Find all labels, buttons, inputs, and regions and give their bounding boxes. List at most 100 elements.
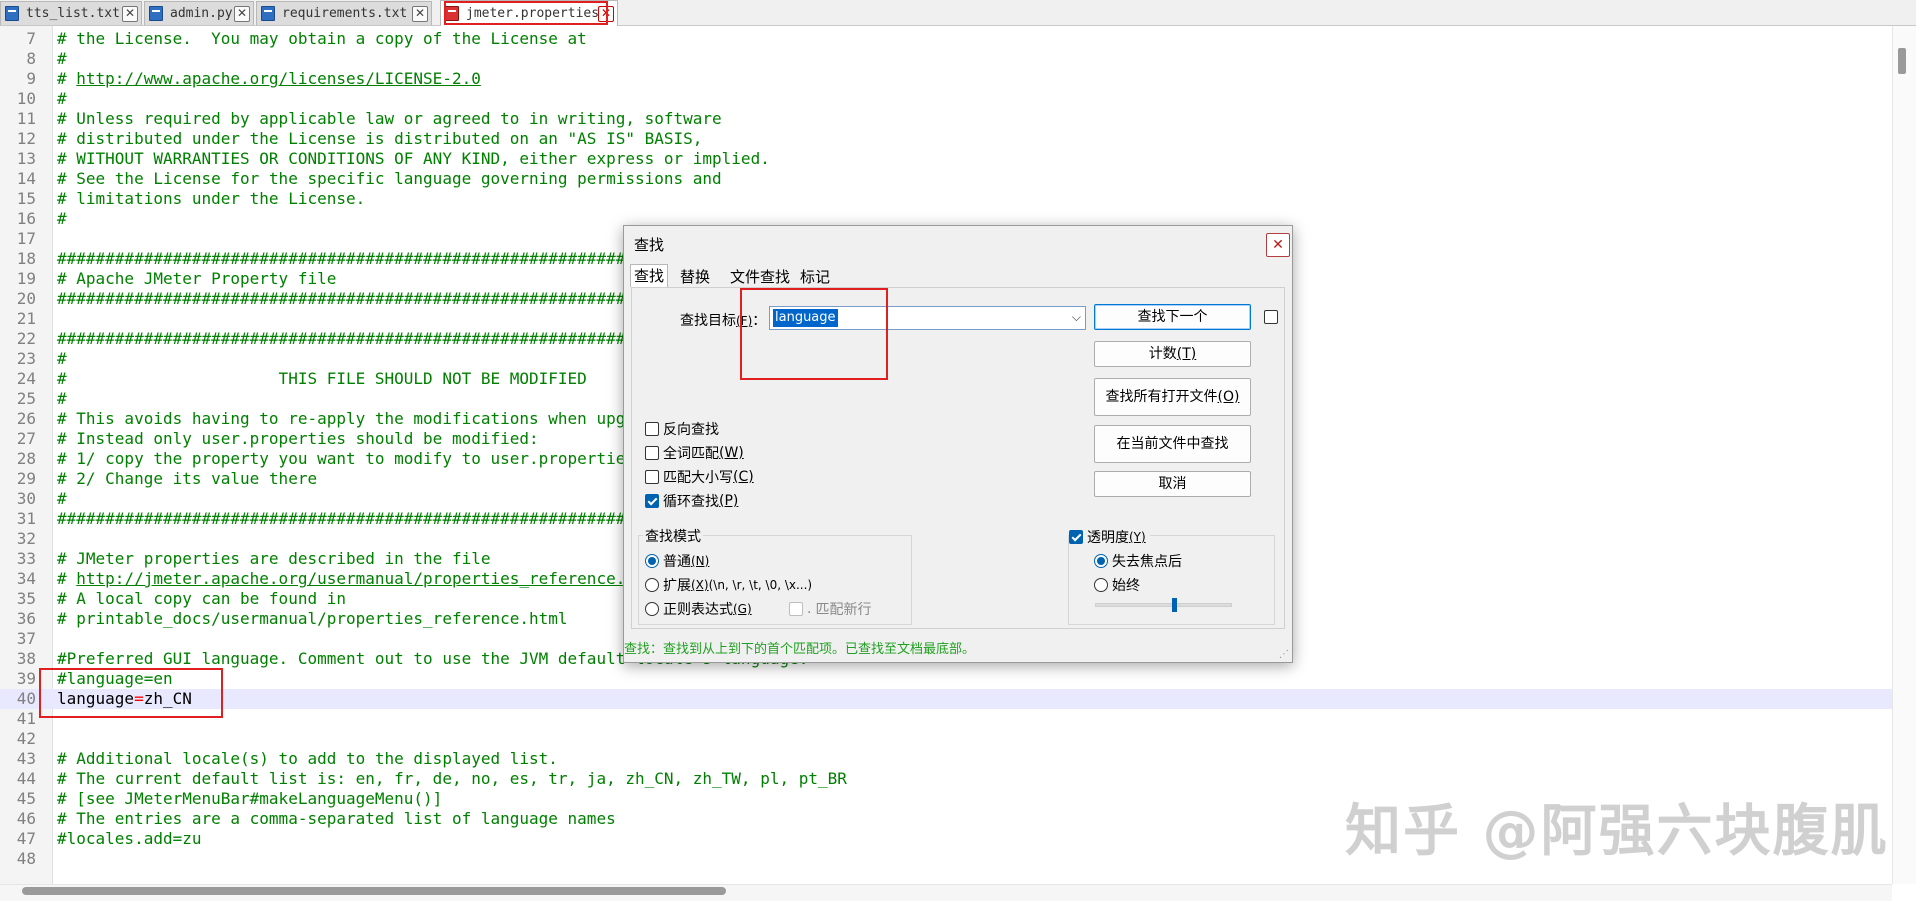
transparency-on-lose-focus[interactable]: 失去焦点后	[1094, 551, 1182, 571]
code-line[interactable]: 14 # See the License for the specific lan…	[0, 169, 1892, 189]
close-icon[interactable]: ✕	[234, 5, 250, 22]
vertical-scrollbar-thumb[interactable]	[1898, 48, 1906, 74]
transparency-label: 透明度	[1087, 530, 1129, 546]
line-number: 16	[16, 209, 36, 228]
option-label: 循环查找	[663, 494, 719, 510]
find-all-open-files-button[interactable]: 查找所有打开文件(O)	[1094, 378, 1251, 416]
transparency-slider-thumb[interactable]	[1172, 598, 1177, 612]
line-text: # A local copy can be found in	[57, 589, 346, 608]
mode-hotkey: (N)	[691, 554, 710, 568]
mode-regex[interactable]: 正则表达式 (G)	[645, 599, 752, 619]
count-button[interactable]: 计数(T)	[1094, 341, 1251, 367]
tab-replace[interactable]: 替换	[678, 266, 712, 287]
code-line[interactable]: 41	[0, 709, 1892, 729]
tab-find-in-files[interactable]: 文件查找	[728, 266, 792, 287]
transparency-always[interactable]: 始终	[1094, 575, 1140, 595]
line-number: 10	[16, 89, 36, 108]
find-next-button[interactable]: 查找下一个	[1094, 304, 1251, 330]
line-number: 17	[16, 229, 36, 248]
option-hotkey: (W)	[719, 445, 744, 461]
line-number: 7	[26, 29, 36, 48]
option-label: 匹配新行	[815, 602, 872, 618]
code-line[interactable]: 7 # the License. You may obtain a copy of…	[0, 29, 1892, 49]
radio-button[interactable]	[645, 602, 659, 616]
close-icon[interactable]: ✕	[412, 5, 428, 22]
checkbox[interactable]	[645, 494, 659, 508]
chevron-down-icon[interactable]: ⌵	[1072, 310, 1081, 325]
option-match-case[interactable]: 匹配大小写 (C)	[645, 467, 754, 487]
code-line[interactable]: 43 # Additional locale(s) to add to the d…	[0, 749, 1892, 769]
mode-extended[interactable]: 扩展 (X) (\n, \r, \t, \0, \x...)	[645, 575, 812, 595]
line-number: 36	[16, 609, 36, 628]
line-number: 40	[16, 689, 36, 708]
line-number: 22	[16, 329, 36, 348]
tab-requirements[interactable]: requirements.txt ✕	[256, 1, 432, 25]
checkbox[interactable]	[645, 446, 659, 460]
line-number: 47	[16, 829, 36, 848]
pin-checkbox[interactable]	[1264, 310, 1278, 324]
option-wrap-around[interactable]: 循环查找 (P)	[645, 491, 738, 511]
vertical-scrollbar[interactable]	[1892, 26, 1916, 884]
line-number: 41	[16, 709, 36, 728]
line-number: 45	[16, 789, 36, 808]
comment-prefix: #	[57, 569, 77, 588]
option-reverse-search[interactable]: 反向查找	[645, 419, 719, 439]
property-equals: =	[134, 689, 144, 708]
code-line[interactable]: 40 language=zh_CN	[0, 689, 1892, 709]
radio-button[interactable]	[1094, 578, 1108, 592]
file-icon	[5, 6, 19, 21]
option-match-newline[interactable]: . 匹配新行	[789, 599, 871, 619]
tab-admin-py[interactable]: admin.py ✕	[144, 1, 254, 25]
tab-tts-list[interactable]: tts_list.txt ✕	[0, 1, 142, 25]
close-icon[interactable]: ✕	[1266, 233, 1290, 257]
code-line[interactable]: 13 # WITHOUT WARRANTIES OR CONDITIONS OF …	[0, 149, 1892, 169]
find-target-input[interactable]: language	[773, 309, 838, 327]
checkbox[interactable]	[645, 422, 659, 436]
find-in-current-file-button[interactable]: 在当前文件中查找	[1094, 425, 1251, 463]
line-number: 31	[16, 509, 36, 528]
find-target-label: 查找目标(F)：	[680, 310, 766, 330]
tab-find[interactable]: 查找	[630, 264, 669, 287]
radio-button[interactable]	[1094, 554, 1108, 568]
transparency-slider[interactable]	[1095, 603, 1232, 607]
checkbox[interactable]	[645, 470, 659, 484]
code-line[interactable]: 42	[0, 729, 1892, 749]
line-number: 25	[16, 389, 36, 408]
radio-button[interactable]	[645, 578, 659, 592]
close-icon[interactable]: ✕	[598, 5, 614, 22]
code-line[interactable]: 15 # limitations under the License.	[0, 189, 1892, 209]
option-hotkey: (P)	[719, 493, 739, 509]
line-number: 27	[16, 429, 36, 448]
mode-normal[interactable]: 普通 (N)	[645, 551, 709, 571]
tab-label: requirements.txt	[282, 6, 408, 21]
code-line[interactable]: 12 # distributed under the License is dis…	[0, 129, 1892, 149]
resize-grip-icon[interactable]: ⋰	[1279, 649, 1289, 660]
code-line[interactable]: 39 #language=en	[0, 669, 1892, 689]
line-text: # JMeter properties are described in the…	[57, 549, 491, 568]
line-text: # limitations under the License.	[57, 189, 366, 208]
line-number: 26	[16, 409, 36, 428]
cancel-button[interactable]: 取消	[1094, 471, 1251, 497]
url-link[interactable]: http://www.apache.org/licenses/LICENSE-2…	[76, 69, 481, 88]
transparency-toggle[interactable]: 透明度 (Y)	[1069, 527, 1150, 547]
line-text: # THIS FILE SHOULD NOT BE MODIFIED	[57, 369, 587, 388]
line-number: 23	[16, 349, 36, 368]
close-icon[interactable]: ✕	[122, 5, 138, 22]
option-whole-word[interactable]: 全词匹配 (W)	[645, 443, 744, 463]
tab-mark[interactable]: 标记	[798, 266, 832, 287]
checkbox[interactable]	[789, 602, 803, 616]
horizontal-scrollbar-thumb[interactable]	[22, 887, 726, 895]
search-mode-title: 查找模式	[643, 526, 703, 546]
radio-button[interactable]	[645, 554, 659, 568]
code-line[interactable]: 8 #	[0, 49, 1892, 69]
url-link[interactable]: http://jmeter.apache.org/usermanual/prop…	[76, 569, 664, 588]
code-line[interactable]: 10 #	[0, 89, 1892, 109]
code-line[interactable]: 9 # http://www.apache.org/licenses/LICENS…	[0, 69, 1892, 89]
line-text: # WITHOUT WARRANTIES OR CONDITIONS OF AN…	[57, 149, 770, 168]
checkbox[interactable]	[1069, 530, 1083, 544]
find-target-colon: ：	[752, 313, 767, 329]
tab-jmeter-properties[interactable]: jmeter.properties ✕	[440, 0, 618, 26]
find-target-combobox[interactable]: language ⌵	[769, 306, 1086, 330]
code-line[interactable]: 11 # Unless required by applicable law or…	[0, 109, 1892, 129]
line-number: 28	[16, 449, 36, 468]
